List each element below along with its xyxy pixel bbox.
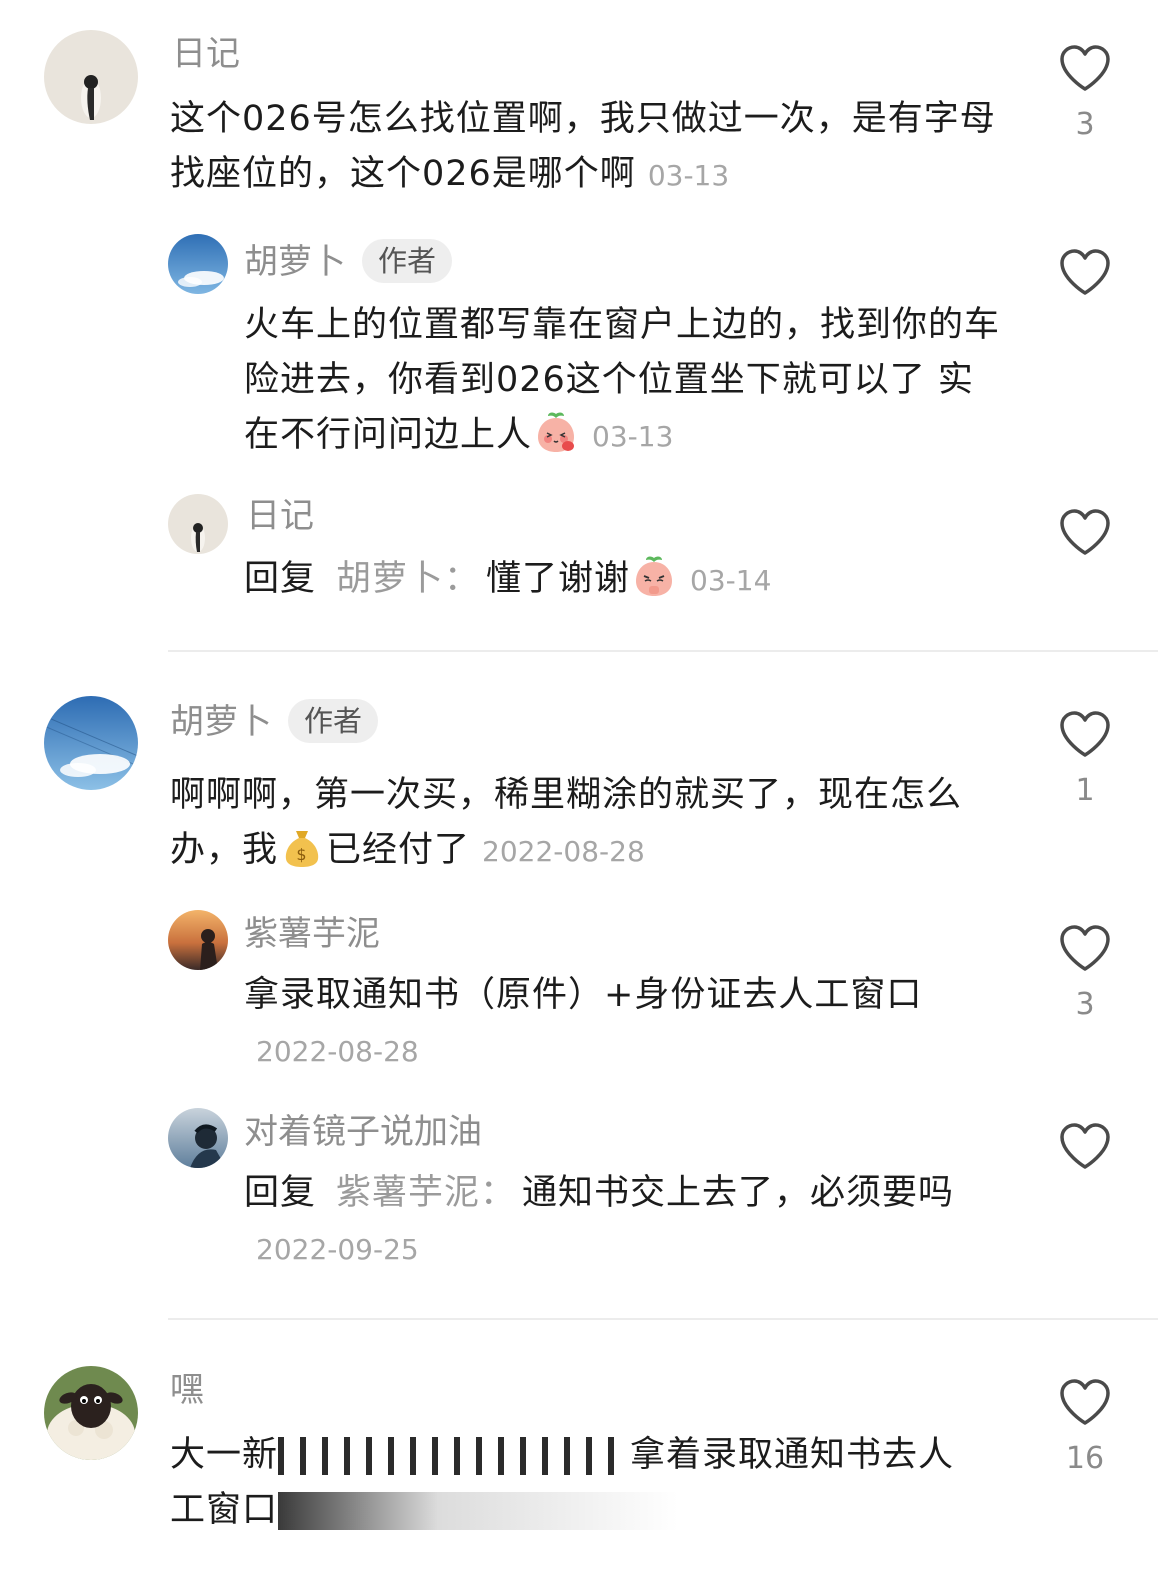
author-badge: 作者 xyxy=(362,238,453,283)
reply-content: 懂了谢谢 xyxy=(486,559,631,599)
reply-prefix: 回复 xyxy=(244,1173,317,1213)
blushing-peach-emoji xyxy=(534,410,578,454)
comment-username[interactable]: 胡萝卜 作者 xyxy=(170,698,379,746)
reply-text: 火车上的位置都写靠在窗户上边的，找到你的车险进去，你看到026这个位置坐下就可以… xyxy=(244,298,1004,464)
comment-content: 工窗口 xyxy=(170,1490,279,1530)
like-button[interactable]: 16 xyxy=(1050,1378,1120,1476)
reply-timestamp: 03-13 xyxy=(592,420,674,453)
reply-target-username[interactable]: 胡萝卜： xyxy=(336,559,480,599)
reply-text: 拿录取通知书（原件）+身份证去人工窗口 2022-08-28 xyxy=(244,968,1004,1079)
comment-content: 大一新 xyxy=(170,1435,279,1475)
reply-content: 拿录取通知书（原件）+身份证去人工窗口 xyxy=(244,975,923,1015)
comment-username[interactable]: 日记 xyxy=(172,32,240,76)
avatar[interactable] xyxy=(168,1108,228,1168)
comment-content: 这个026号怎么找位置啊，我只做过一次，是有字母找座位的，这个026是哪个啊 xyxy=(170,99,996,194)
like-button[interactable] xyxy=(1050,1122,1120,1172)
heart-icon xyxy=(1060,1123,1110,1169)
comment-divider xyxy=(168,650,1158,652)
heart-icon xyxy=(1060,711,1110,757)
comment-text: 啊啊啊，第一次买，稀里糊涂的就买了，现在怎么办，我 $ 已经付了 2022-08-28 xyxy=(170,768,1010,879)
money-bag-emoji: $ xyxy=(280,825,324,869)
like-button[interactable] xyxy=(1050,508,1120,558)
like-button[interactable] xyxy=(1050,248,1120,298)
reply-username[interactable]: 日记 xyxy=(246,494,314,538)
reply-text: 回复 胡萝卜： 懂了谢谢 03-14 xyxy=(244,552,1004,608)
like-button[interactable]: 3 xyxy=(1050,924,1120,1022)
reply-username[interactable]: 对着镜子说加油 xyxy=(244,1110,482,1154)
like-button[interactable]: 1 xyxy=(1050,710,1120,808)
comment-divider xyxy=(168,1318,1158,1320)
heart-icon xyxy=(1060,45,1110,91)
avatar[interactable] xyxy=(44,30,138,124)
redacted-text-block xyxy=(278,1492,679,1530)
reply-target-username[interactable]: 紫薯芋泥： xyxy=(336,1173,516,1213)
heart-icon xyxy=(1060,925,1110,971)
comment-timestamp: 03-13 xyxy=(647,159,730,192)
avatar[interactable] xyxy=(168,910,228,970)
reply-username[interactable]: 紫薯芋泥 xyxy=(244,912,380,956)
comment-username[interactable]: 嘿 xyxy=(170,1368,204,1412)
heart-icon xyxy=(1060,1379,1110,1425)
reply-timestamp: 2022-08-28 xyxy=(256,1035,419,1068)
author-badge: 作者 xyxy=(288,698,379,743)
reply-text: 回复 紫薯芋泥： 通知书交上去了，必须要吗 2022-09-25 xyxy=(244,1166,1004,1277)
like-count: 1 xyxy=(1075,773,1095,808)
like-count: 3 xyxy=(1075,107,1095,142)
avatar[interactable] xyxy=(44,696,138,790)
heart-icon xyxy=(1060,509,1110,555)
reply-content: 通知书交上去了，必须要吗 xyxy=(522,1173,955,1213)
avatar[interactable] xyxy=(168,494,228,554)
like-button[interactable]: 3 xyxy=(1050,44,1120,142)
comment-timestamp: 2022-08-28 xyxy=(482,835,645,868)
avatar[interactable] xyxy=(44,1366,138,1460)
reply-prefix: 回复 xyxy=(244,559,317,599)
redacted-text-block xyxy=(278,1437,631,1475)
comment-text: 大一新 拿着录取通知书去人 工窗口 xyxy=(170,1428,1010,1538)
heart-icon xyxy=(1060,249,1110,295)
svg-text:$: $ xyxy=(296,845,307,864)
like-count: 16 xyxy=(1065,1441,1105,1476)
comment-content: 已经付了 xyxy=(326,830,471,870)
avatar[interactable] xyxy=(168,234,228,294)
reply-username[interactable]: 胡萝卜 作者 xyxy=(244,238,453,286)
comment-content: 拿着录取通知书去人 xyxy=(630,1435,955,1475)
reply-timestamp: 2022-09-25 xyxy=(256,1233,419,1266)
thankful-peach-emoji xyxy=(632,554,676,598)
like-count: 3 xyxy=(1075,987,1095,1022)
comment-text: 这个026号怎么找位置啊，我只做过一次，是有字母找座位的，这个026是哪个啊 03… xyxy=(170,92,1010,203)
reply-timestamp: 03-14 xyxy=(690,564,772,597)
